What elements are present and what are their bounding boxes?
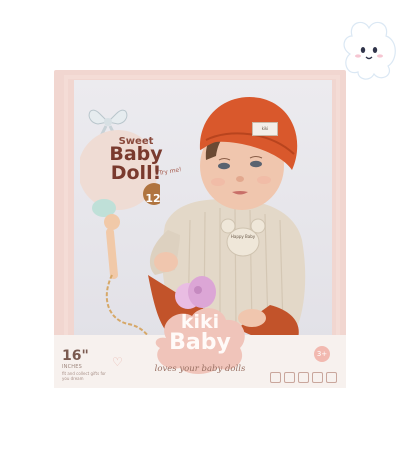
feature-icon [270,372,281,383]
age-badge: 3+ [314,346,330,362]
brand-tagline: loves your baby dolls [154,364,246,374]
chest-patch: Happy Baby [230,234,256,239]
feature-icon [326,372,337,383]
heart-icon: ♡ [112,355,123,369]
size-value: 16" [62,348,89,364]
feature-icon [298,372,309,383]
feature-count: 12 [145,192,161,205]
mascot-icon [343,21,396,80]
size-note: fit and collect gifts for you dream [62,371,106,381]
feature-icon [312,372,323,383]
size-unit: INCHES [62,364,82,370]
sticker-baby-doll: Baby Doll! [94,145,178,183]
feature-icon [284,372,295,383]
hat-tag: kiki [252,122,278,136]
brand-baby: Baby [169,330,231,355]
feature-icons [270,368,340,387]
brand-kiki: kiki [180,311,220,333]
sticker-doll: Doll! [110,162,162,184]
